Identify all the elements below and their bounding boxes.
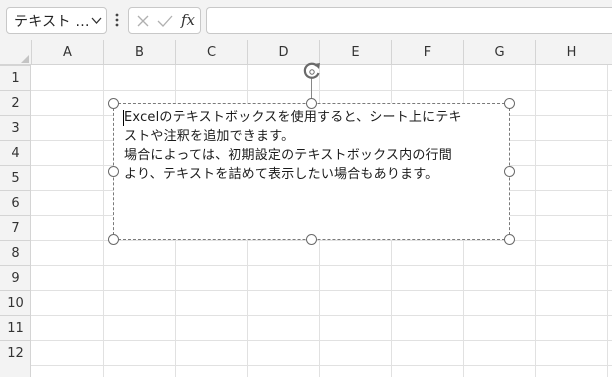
- select-all-triangle-icon: [21, 55, 29, 63]
- column-header-f[interactable]: F: [391, 40, 463, 65]
- text-box[interactable]: Excelのテキストボックスを使用すると、シート上にテキ ストや注釈を追加できま…: [113, 103, 510, 240]
- row-header-11[interactable]: 11: [0, 315, 31, 340]
- resize-handle-bottom-left[interactable]: [108, 234, 119, 245]
- row-header-10[interactable]: 10: [0, 290, 31, 315]
- gridline: [31, 365, 612, 366]
- resize-handle-top-right[interactable]: [504, 98, 515, 109]
- column-header-h[interactable]: H: [535, 40, 607, 65]
- column-header-g[interactable]: G: [463, 40, 535, 65]
- row-header-7[interactable]: 7: [0, 215, 31, 240]
- column-header-c[interactable]: C: [175, 40, 247, 65]
- rotate-handle-icon[interactable]: [301, 61, 323, 81]
- resize-handle-bottom[interactable]: [306, 234, 317, 245]
- select-all-corner[interactable]: [0, 40, 31, 65]
- row-header-12[interactable]: 12: [0, 340, 31, 365]
- formula-bar-area: テキスト ... fx: [0, 0, 612, 40]
- gridline: [31, 265, 612, 266]
- row-header-9[interactable]: 9: [0, 265, 31, 290]
- text-box-content[interactable]: Excelのテキストボックスを使用すると、シート上にテキ ストや注釈を追加できま…: [124, 108, 500, 184]
- gridline: [31, 90, 612, 91]
- text-box-line: 場合によっては、初期設定のテキストボックス内の行間: [124, 148, 452, 163]
- gridline: [31, 315, 612, 316]
- resize-handle-right[interactable]: [504, 166, 515, 177]
- resize-handle-top[interactable]: [306, 98, 317, 109]
- gridline: [103, 65, 104, 377]
- text-box-line: ストや注釈を追加できます。: [124, 129, 295, 144]
- row-header-5[interactable]: 5: [0, 165, 31, 190]
- row-header-2[interactable]: 2: [0, 90, 31, 115]
- row-header-6[interactable]: 6: [0, 190, 31, 215]
- name-box[interactable]: テキスト ...: [6, 7, 107, 34]
- row-header-3[interactable]: 3: [0, 115, 31, 140]
- resize-handle-top-left[interactable]: [108, 98, 119, 109]
- row-header-1[interactable]: 1: [0, 65, 31, 90]
- row-headers: 1 2 3 4 5 6 7 8 9 10 11 12: [0, 65, 31, 377]
- resize-handle-bottom-right[interactable]: [504, 234, 515, 245]
- gridline: [535, 65, 536, 377]
- column-header-b[interactable]: B: [103, 40, 175, 65]
- gridline: [31, 340, 612, 341]
- enter-check-icon[interactable]: [157, 14, 173, 28]
- row-header-4[interactable]: 4: [0, 140, 31, 165]
- column-header-a[interactable]: A: [31, 40, 103, 65]
- gridline: [607, 65, 608, 377]
- gridline: [31, 290, 612, 291]
- insert-function-button[interactable]: fx: [181, 11, 195, 29]
- column-header-e[interactable]: E: [319, 40, 391, 65]
- text-box-line: Excelのテキストボックスを使用すると、シート上にテキ: [124, 110, 462, 125]
- resize-handle-left[interactable]: [108, 166, 119, 177]
- formula-buttons: fx: [128, 7, 201, 34]
- row-header-8[interactable]: 8: [0, 240, 31, 265]
- formula-input[interactable]: [206, 7, 612, 34]
- cancel-icon[interactable]: [136, 14, 150, 28]
- name-box-value: テキスト ...: [14, 13, 90, 30]
- more-options-icon[interactable]: [113, 11, 121, 29]
- text-box-line: より、テキストを詰めて表示したい場合もあります。: [124, 167, 439, 182]
- chevron-down-icon[interactable]: [91, 16, 102, 25]
